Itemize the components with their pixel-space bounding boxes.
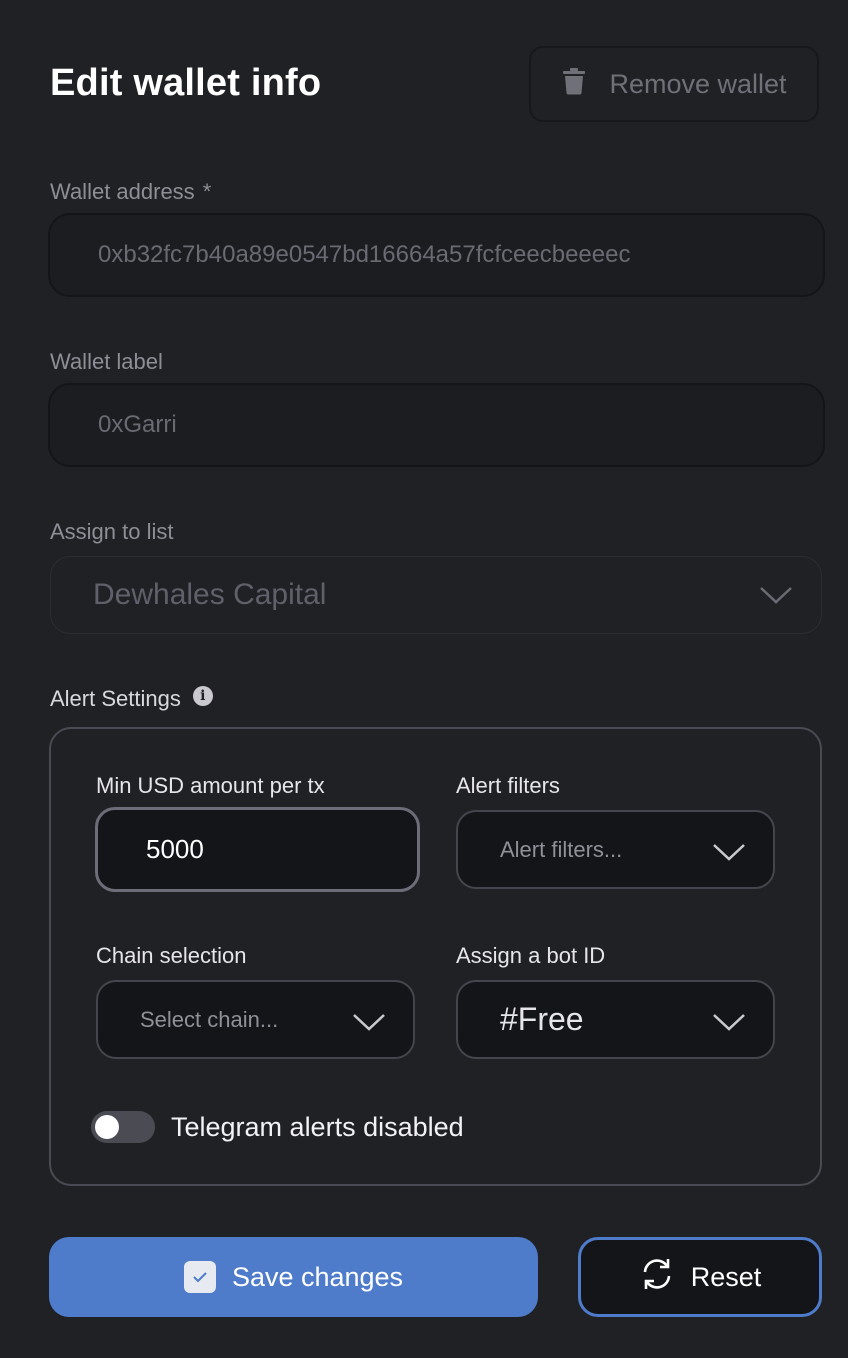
save-changes-label: Save changes (231, 1261, 404, 1292)
remove-wallet-button[interactable]: Remove wallet (529, 46, 819, 122)
chain-select[interactable]: Select chain... (96, 980, 415, 1059)
reset-button[interactable]: Reset (578, 1237, 822, 1317)
alert-settings-title: Alert Settings (50, 686, 181, 711)
alert-settings-heading: Alert Settings i (50, 686, 213, 712)
min-usd-label: Min USD amount per tx (96, 773, 325, 798)
chevron-down-icon (353, 1014, 385, 1031)
toggle-knob (95, 1115, 119, 1139)
chain-selection-label: Chain selection (96, 943, 247, 968)
wallet-address-input[interactable]: 0xb32fc7b40a89e0547bd16664a57fcfceecbeee… (48, 213, 825, 297)
alert-filters-select[interactable]: Alert filters... (456, 810, 775, 889)
assign-list-label: Assign to list (50, 519, 174, 544)
chain-placeholder: Select chain... (140, 1006, 279, 1032)
bot-id-label: Assign a bot ID (456, 943, 606, 968)
wallet-address-value: 0xb32fc7b40a89e0547bd16664a57fcfceecbeee… (98, 241, 631, 268)
save-changes-button[interactable]: Save changes (49, 1237, 538, 1317)
wallet-address-label: Wallet address * (50, 179, 211, 205)
chevron-down-icon (713, 1014, 745, 1031)
wallet-label-value: 0xGarri (98, 411, 177, 438)
alert-filters-placeholder: Alert filters... (500, 836, 623, 862)
reset-label: Reset (690, 1261, 762, 1292)
wallet-label-input[interactable]: 0xGarri (48, 383, 825, 467)
required-mark: * (202, 179, 212, 204)
info-icon[interactable]: i (192, 686, 213, 706)
alert-filters-label: Alert filters (456, 773, 560, 798)
page-title: Edit wallet info (50, 62, 322, 104)
bot-id-select[interactable]: #Free (456, 980, 775, 1059)
checkbox-check-icon (183, 1261, 216, 1293)
bot-id-value: #Free (500, 1001, 584, 1037)
chevron-down-icon (713, 844, 745, 861)
chevron-down-icon (760, 587, 792, 604)
min-usd-value: 5000 (146, 834, 204, 864)
assign-list-value: Dewhales Capital (93, 578, 327, 611)
telegram-alerts-toggle[interactable] (91, 1111, 155, 1143)
min-usd-input[interactable]: 5000 (95, 807, 420, 892)
wallet-label-label: Wallet label (50, 349, 163, 374)
assign-list-select[interactable]: Dewhales Capital (50, 556, 822, 634)
telegram-alerts-label: Telegram alerts disabled (171, 1112, 464, 1142)
refresh-icon (639, 1257, 675, 1298)
edit-wallet-panel: Edit wallet info Remove wallet Wallet ad… (0, 0, 848, 1358)
remove-wallet-label: Remove wallet (609, 68, 787, 99)
wallet-address-label-text: Wallet address (50, 179, 195, 204)
trash-icon (561, 67, 587, 102)
